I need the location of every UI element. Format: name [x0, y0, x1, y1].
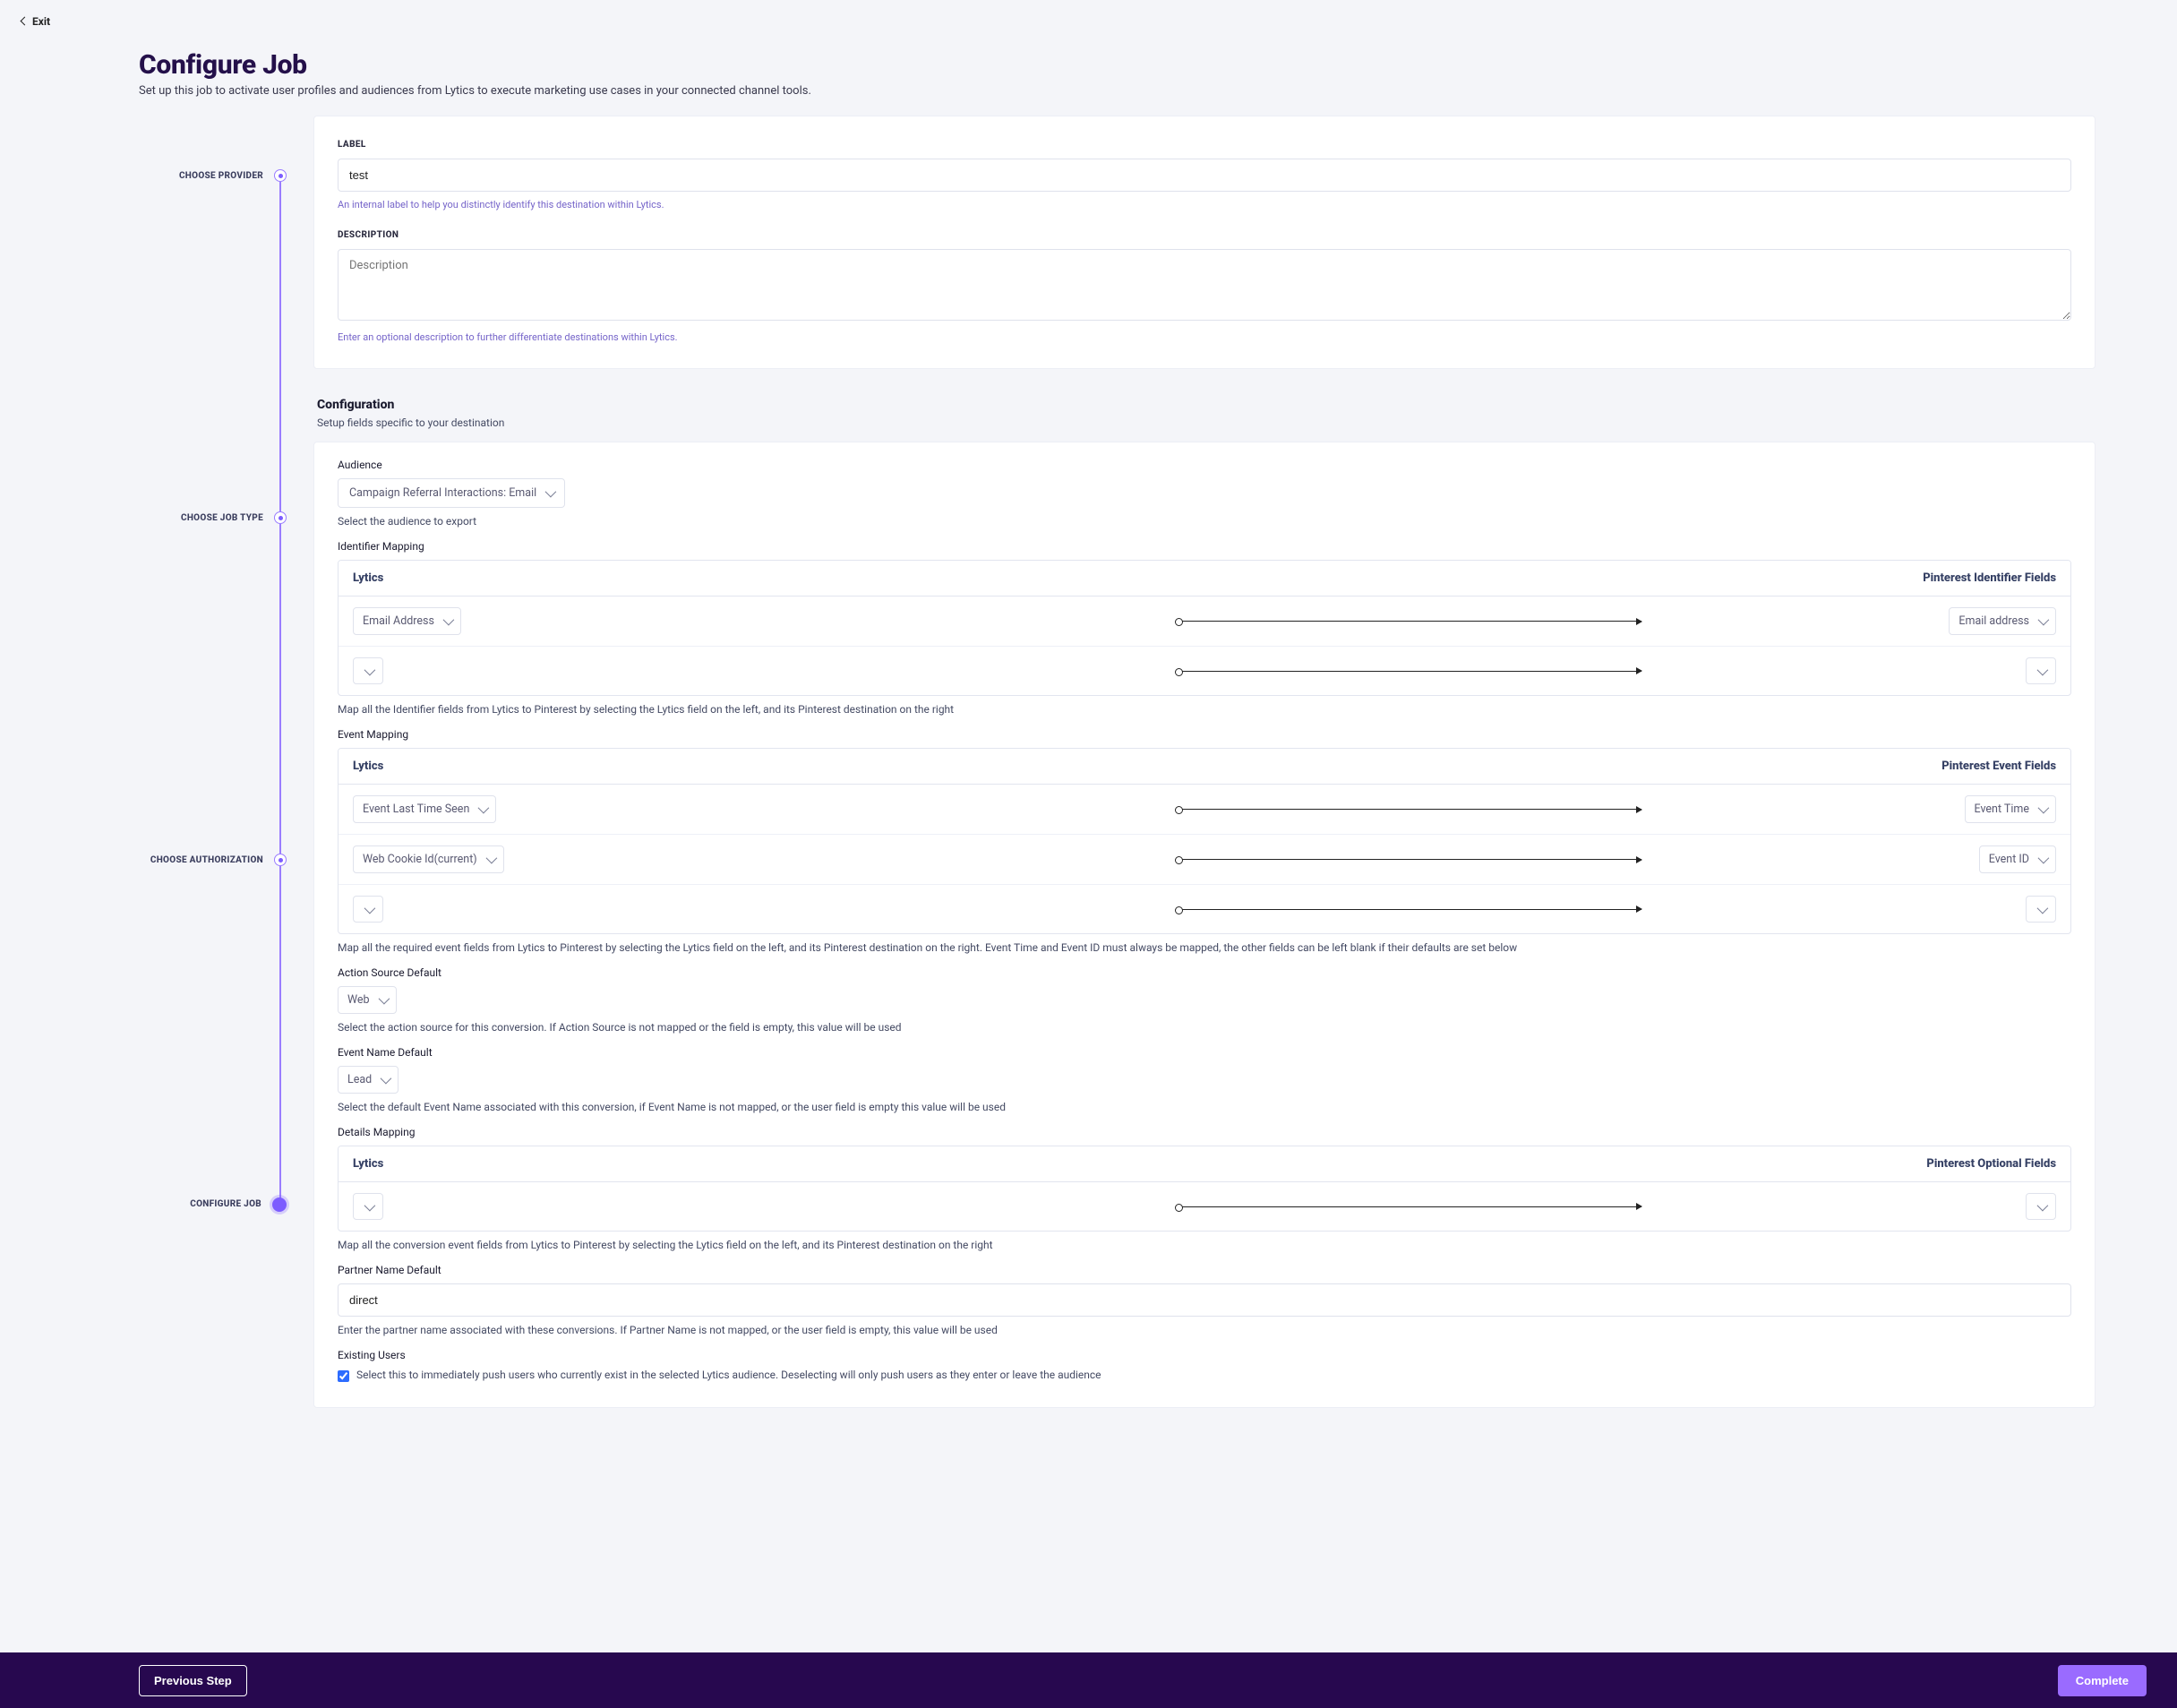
action-source-select[interactable]: Web — [338, 986, 397, 1014]
configuration-sub: Setup fields specific to your destinatio… — [317, 416, 2096, 429]
table-row — [339, 1182, 2070, 1231]
chevron-down-icon — [2038, 803, 2050, 814]
step-choose-job-type-label: CHOOSE JOB TYPE — [181, 511, 263, 523]
event-name-label: Event Name Default — [338, 1046, 2071, 1059]
chevron-down-icon — [2036, 1199, 2048, 1211]
chevron-down-icon — [545, 486, 557, 498]
footer-bar: Previous Step Complete — [0, 1652, 2177, 1708]
partner-name-label: Partner Name Default — [338, 1264, 2071, 1276]
action-source-help: Select the action source for this conver… — [338, 1021, 2071, 1034]
identifier-left-select[interactable]: Email Address — [353, 607, 461, 635]
existing-users-checkbox[interactable] — [338, 1370, 349, 1382]
description-input[interactable] — [338, 249, 2071, 321]
existing-users-desc: Select this to immediately push users wh… — [356, 1369, 1101, 1381]
arrow-icon — [1176, 671, 1641, 672]
configuration-card: Audience Campaign Referral Interactions:… — [313, 442, 2096, 1408]
existing-users-label: Existing Users — [338, 1349, 2071, 1361]
action-source-label: Action Source Default — [338, 966, 2071, 979]
details-head-right: Pinterest Optional Fields — [1204, 1146, 2070, 1181]
identifier-head-left: Lytics — [339, 561, 1204, 596]
label-hint: An internal label to help you distinctly… — [338, 199, 2071, 210]
chevron-down-icon — [364, 1199, 375, 1211]
configuration-title: Configuration — [317, 398, 2096, 412]
chevron-down-icon — [2036, 902, 2048, 914]
event-right-select-empty[interactable] — [2026, 896, 2056, 923]
identifier-mapping-label: Identifier Mapping — [338, 540, 2071, 553]
stepper: CHOOSE PROVIDER CHOOSE JOB TYPE CHOOSE A… — [9, 116, 287, 1212]
event-name-help: Select the default Event Name associated… — [338, 1101, 2071, 1113]
complete-button[interactable]: Complete — [2058, 1665, 2147, 1696]
audience-select[interactable]: Campaign Referral Interactions: Email — [338, 478, 565, 508]
page-subtitle: Set up this job to activate user profile… — [139, 84, 2177, 98]
exit-label: Exit — [32, 15, 50, 28]
event-right-select[interactable]: Event ID — [1979, 845, 2056, 873]
chevron-down-icon — [2036, 664, 2048, 675]
event-head-right: Pinterest Event Fields — [1204, 749, 2070, 784]
arrow-icon — [1176, 1206, 1641, 1207]
label-card: LABEL An internal label to help you dist… — [313, 116, 2096, 369]
partner-name-input[interactable] — [338, 1283, 2071, 1317]
event-left-select[interactable]: Event Last Time Seen — [353, 795, 496, 823]
table-row: Web Cookie Id(current) Event ID — [339, 835, 2070, 885]
step-choose-provider-label: CHOOSE PROVIDER — [179, 169, 263, 181]
label-heading: LABEL — [338, 140, 2071, 150]
table-row: Event Last Time Seen Event Time — [339, 785, 2070, 835]
identifier-head-right: Pinterest Identifier Fields — [1204, 561, 2070, 596]
page-title: Configure Job — [139, 49, 2177, 81]
step-dot-current-icon — [272, 1197, 287, 1212]
arrow-left-icon — [21, 17, 30, 26]
arrow-icon — [1176, 859, 1641, 860]
identifier-left-select-empty[interactable] — [353, 657, 383, 684]
details-left-select-empty[interactable] — [353, 1193, 383, 1220]
previous-step-button[interactable]: Previous Step — [139, 1665, 247, 1696]
table-row — [339, 647, 2070, 695]
event-left-select-empty[interactable] — [353, 896, 383, 923]
details-mapping-label: Details Mapping — [338, 1126, 2071, 1138]
chevron-down-icon — [2038, 853, 2050, 864]
arrow-icon — [1176, 909, 1641, 910]
identifier-right-select-empty[interactable] — [2026, 657, 2056, 684]
chevron-down-icon — [364, 664, 375, 675]
event-mapping-label: Event Mapping — [338, 728, 2071, 741]
chevron-down-icon — [381, 1073, 392, 1085]
arrow-icon — [1176, 621, 1641, 622]
identifier-mapping-table: Lytics Pinterest Identifier Fields Email… — [338, 560, 2071, 696]
identifier-mapping-help: Map all the Identifier fields from Lytic… — [338, 703, 2071, 716]
event-mapping-table: Lytics Pinterest Event Fields Event Last… — [338, 748, 2071, 934]
table-row — [339, 885, 2070, 933]
step-choose-authorization-label: CHOOSE AUTHORIZATION — [150, 854, 263, 865]
event-left-select[interactable]: Web Cookie Id(current) — [353, 845, 504, 873]
audience-label: Audience — [338, 459, 2071, 471]
details-mapping-help: Map all the conversion event fields from… — [338, 1239, 2071, 1251]
step-dot-icon — [274, 169, 287, 182]
event-name-select[interactable]: Lead — [338, 1066, 399, 1094]
event-head-left: Lytics — [339, 749, 1204, 784]
chevron-down-icon — [485, 853, 497, 864]
audience-help: Select the audience to export — [338, 515, 2071, 528]
details-right-select-empty[interactable] — [2026, 1193, 2056, 1220]
chevron-down-icon — [378, 993, 390, 1005]
description-heading: DESCRIPTION — [338, 230, 2071, 240]
label-input[interactable] — [338, 159, 2071, 192]
description-hint: Enter an optional description to further… — [338, 331, 2071, 343]
identifier-right-select[interactable]: Email address — [1949, 607, 2056, 635]
table-row: Email Address Email address — [339, 597, 2070, 647]
chevron-down-icon — [443, 614, 455, 626]
audience-selected: Campaign Referral Interactions: Email — [349, 486, 536, 500]
exit-link[interactable]: Exit — [21, 15, 50, 28]
arrow-icon — [1176, 809, 1641, 810]
details-head-left: Lytics — [339, 1146, 1204, 1181]
chevron-down-icon — [478, 803, 490, 814]
chevron-down-icon — [364, 902, 375, 914]
event-mapping-help: Map all the required event fields from L… — [338, 941, 2071, 954]
step-configure-job-label: CONFIGURE JOB — [190, 1197, 261, 1209]
partner-name-help: Enter the partner name associated with t… — [338, 1324, 2071, 1336]
event-right-select[interactable]: Event Time — [1965, 795, 2057, 823]
step-dot-icon — [274, 854, 287, 866]
details-mapping-table: Lytics Pinterest Optional Fields — [338, 1146, 2071, 1232]
chevron-down-icon — [2038, 614, 2050, 626]
step-dot-icon — [274, 511, 287, 524]
